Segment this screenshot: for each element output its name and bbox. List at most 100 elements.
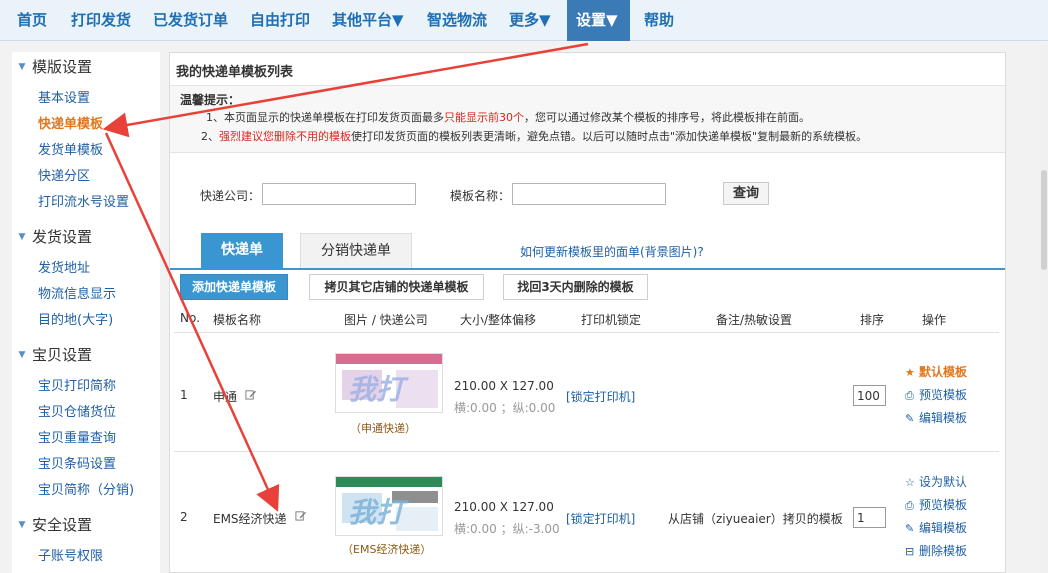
template-thumbnail-sto: 我打	[335, 353, 443, 413]
row-2-note: 从店铺（ziyueaier）拷贝的模板	[668, 512, 843, 526]
row-2-lock-printer-link[interactable]: [锁定打印机]	[566, 510, 635, 527]
nav-settings[interactable]: 设置▼	[567, 0, 630, 41]
col-note: 备注/热敏设置	[716, 313, 793, 327]
company-label: 快递公司：	[200, 189, 261, 203]
col-printer-lock: 打印机锁定	[581, 313, 642, 327]
sidebar-section-title: 安全设置	[32, 516, 93, 534]
row-1-no: 1	[180, 388, 188, 402]
row-2-offset: 横:0.00 ；纵:-3.00	[454, 522, 560, 536]
nav-other-platforms[interactable]: 其他平台▼	[323, 0, 413, 41]
query-button[interactable]: 查询	[723, 182, 769, 205]
edit-icon: ✎	[905, 412, 915, 425]
sidebar-item-invoice-template[interactable]: 发货单模板	[38, 141, 103, 161]
triangle-down-icon: ▼	[18, 520, 26, 530]
sidebar-item-basic-settings[interactable]: 基本设置	[38, 89, 90, 109]
sidebar: ▼ 模版设置 基本设置 快递单模板 发货单模板 快递分区 打印流水号设置 ▼ 发货设…	[12, 52, 160, 573]
help-update-link[interactable]: 如何更新模板里的面单(背景图片)?	[520, 243, 704, 260]
nav-print-ship[interactable]: 打印发货	[62, 0, 140, 41]
scrollbar-track[interactable]	[1040, 45, 1048, 573]
sidebar-section-title: 发货设置	[32, 228, 93, 246]
template-thumbnail-ems: 我打	[335, 476, 443, 536]
recover-template-button[interactable]: 找回3天内删除的模板	[503, 274, 648, 300]
copy-template-button[interactable]: 拷贝其它店铺的快递单模板	[309, 274, 484, 300]
tabs-divider	[170, 268, 1005, 270]
row-2-delete-template[interactable]: ⊟ 删除模板	[905, 542, 967, 560]
row-1-edit-template[interactable]: ✎ 编辑模板	[905, 409, 967, 427]
edit-icon[interactable]	[295, 510, 306, 521]
sidebar-item-sub-account[interactable]: 子账号权限	[38, 547, 103, 567]
row-2-size: 210.00 X 127.00	[454, 500, 554, 514]
header-divider	[174, 332, 999, 333]
sidebar-section-product[interactable]: ▼ 宝贝设置	[12, 342, 92, 368]
template-name-input[interactable]	[512, 183, 666, 205]
row-2-carrier: （EMS经济快递）	[342, 543, 432, 556]
row-1-sort-input[interactable]	[853, 385, 886, 406]
sidebar-item-product-location[interactable]: 宝贝仓储货位	[38, 403, 116, 423]
printer-icon: ⎙	[905, 499, 914, 512]
row-2-edit-template[interactable]: ✎ 编辑模板	[905, 519, 967, 537]
tab-distribution-express[interactable]: 分销快递单	[300, 233, 412, 268]
row-2-name: EMS经济快递	[213, 512, 287, 526]
delete-icon: ⊟	[905, 545, 915, 558]
sidebar-item-product-distribution-name[interactable]: 宝贝简称（分销)	[38, 481, 134, 501]
sidebar-item-serial-number[interactable]: 打印流水号设置	[38, 193, 129, 213]
sidebar-item-logistics-display[interactable]: 物流信息显示	[38, 285, 116, 305]
row-1-default-template[interactable]: ★ 默认模板	[905, 363, 967, 381]
sidebar-section-shipping[interactable]: ▼ 发货设置	[12, 224, 92, 250]
star-outline-icon: ☆	[905, 476, 915, 489]
col-image-company: 图片 / 快递公司	[344, 313, 428, 327]
star-icon: ★	[905, 366, 915, 379]
sidebar-item-express-template[interactable]: 快递单模板	[38, 115, 103, 135]
col-no: No.	[180, 311, 200, 325]
nav-shipped-orders[interactable]: 已发货订单	[144, 0, 237, 41]
sidebar-item-product-barcode[interactable]: 宝贝条码设置	[38, 455, 116, 475]
nav-free-print[interactable]: 自由打印	[241, 0, 319, 41]
row-1-name: 申通	[213, 390, 238, 404]
row-2-preview-template[interactable]: ⎙ 预览模板	[905, 496, 967, 514]
edit-icon[interactable]	[245, 389, 256, 400]
sidebar-section-security[interactable]: ▼ 安全设置	[12, 512, 92, 538]
row-2-no: 2	[180, 510, 188, 524]
edit-icon: ✎	[905, 522, 915, 535]
add-template-button[interactable]: 添加快递单模板	[180, 274, 288, 300]
sidebar-item-ship-address[interactable]: 发货地址	[38, 259, 90, 279]
nav-more[interactable]: 更多▼	[500, 0, 560, 41]
tips-line-1: 1、本页面显示的快递单模板在打印发货页面最多只能显示前30个，您可以通过修改某个…	[206, 111, 810, 124]
row-2-sort-input[interactable]	[853, 507, 886, 528]
main-panel: 我的快递单模板列表 温馨提示： 1、本页面显示的快递单模板在打印发货页面最多只能…	[169, 52, 1006, 573]
row-1-carrier: （申通快递）	[350, 422, 416, 435]
tips-box: 温馨提示： 1、本页面显示的快递单模板在打印发货页面最多只能显示前30个，您可以…	[170, 85, 1005, 153]
row-1-offset: 横:0.00 ；纵:0.00	[454, 401, 556, 415]
sidebar-item-product-short-name[interactable]: 宝贝打印简称	[38, 377, 116, 397]
sidebar-item-express-zone[interactable]: 快递分区	[38, 167, 90, 187]
sidebar-item-destination[interactable]: 目的地(大字)	[38, 311, 113, 331]
nav-smart-logistics[interactable]: 智选物流	[418, 0, 496, 41]
company-input[interactable]	[262, 183, 416, 205]
triangle-down-icon: ▼	[18, 62, 26, 72]
col-sort: 排序	[860, 313, 885, 327]
col-size-offset: 大小/整体偏移	[460, 313, 537, 327]
page-title: 我的快递单模板列表	[176, 65, 294, 80]
sidebar-section-title: 模版设置	[32, 58, 93, 76]
col-template-name: 模板名称	[213, 313, 262, 327]
tab-express[interactable]: 快递单	[201, 233, 283, 268]
sidebar-section-title: 宝贝设置	[32, 346, 93, 364]
tips-line-2: 2、强烈建议您删除不用的模板使打印发货页面的模板列表更清晰，避免点错。以后可以随…	[201, 130, 868, 143]
tips-title: 温馨提示：	[180, 93, 241, 107]
triangle-down-icon: ▼	[18, 232, 26, 242]
sidebar-item-product-weight[interactable]: 宝贝重量查询	[38, 429, 116, 449]
row-2-set-default[interactable]: ☆ 设为默认	[905, 473, 967, 491]
col-operation: 操作	[922, 313, 947, 327]
triangle-down-icon: ▼	[18, 350, 26, 360]
nav-home[interactable]: 首页	[8, 0, 56, 41]
scrollbar-thumb[interactable]	[1041, 170, 1047, 270]
row-divider	[174, 451, 999, 452]
template-name-label: 模板名称：	[450, 189, 511, 203]
row-1-lock-printer-link[interactable]: [锁定打印机]	[566, 388, 635, 405]
row-1-size: 210.00 X 127.00	[454, 379, 554, 393]
nav-help[interactable]: 帮助	[635, 0, 683, 41]
top-nav: 首页 打印发货 已发货订单 自由打印 其他平台▼ 智选物流 更多▼ 设置▼ 帮助	[0, 0, 1048, 41]
row-1-preview-template[interactable]: ⎙ 预览模板	[905, 386, 967, 404]
printer-icon: ⎙	[905, 389, 914, 402]
sidebar-section-template[interactable]: ▼ 模版设置	[12, 54, 92, 80]
